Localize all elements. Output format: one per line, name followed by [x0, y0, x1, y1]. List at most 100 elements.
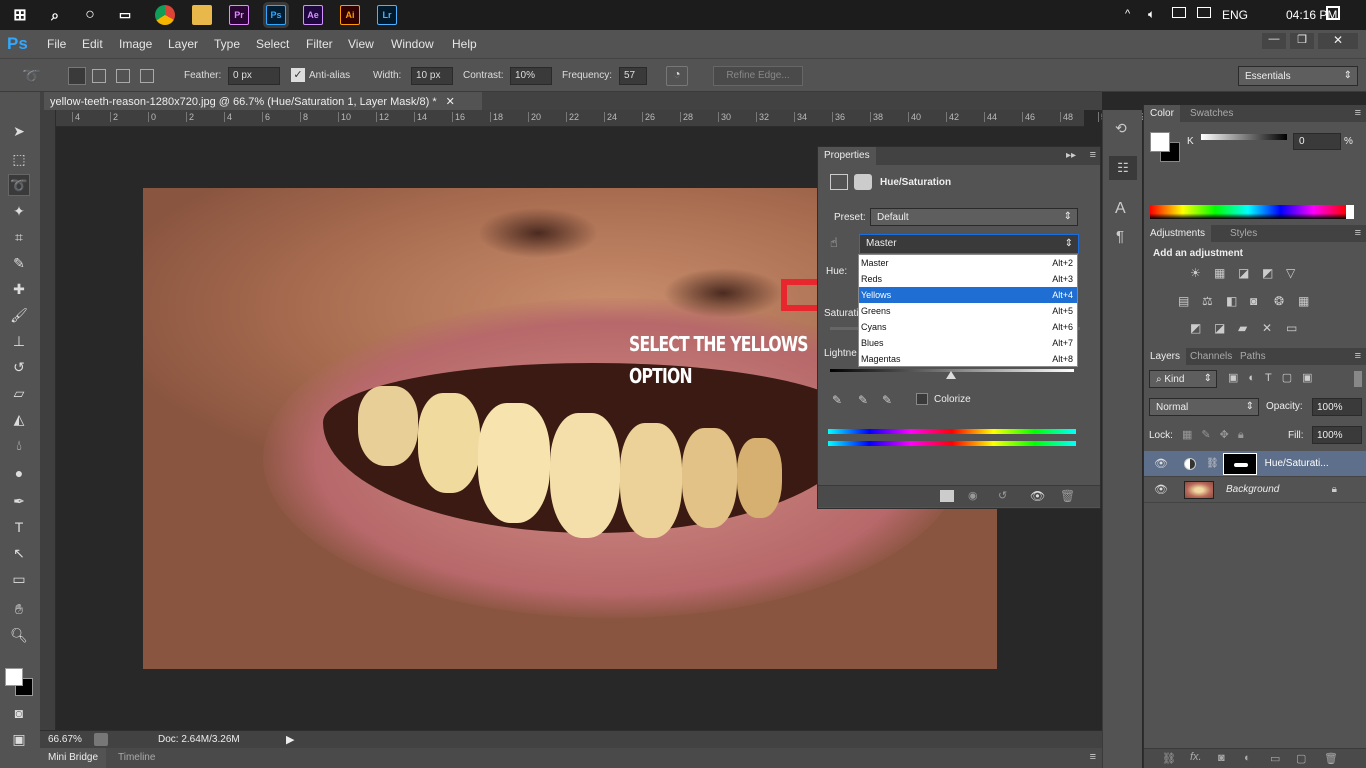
timeline-tab[interactable]: Timeline [112, 748, 161, 768]
posterize-icon[interactable]: ◪ [1214, 321, 1236, 335]
menu-help[interactable]: Help [452, 37, 477, 51]
add-mask-icon[interactable]: ◙ [1218, 752, 1225, 764]
crop-tool-icon[interactable]: ⌗ [8, 226, 30, 248]
character-icon[interactable]: A [1115, 200, 1126, 218]
menu-layer[interactable]: Layer [168, 37, 198, 51]
battery-icon[interactable] [1197, 7, 1211, 18]
file-explorer-icon[interactable] [192, 5, 212, 25]
collapse-icon[interactable]: ▸▸ [1066, 150, 1076, 161]
illustrator-icon[interactable]: Ai [340, 5, 360, 25]
visibility-eye-icon[interactable]: 👁︎ [1154, 457, 1168, 470]
fill-input[interactable]: 100% [1312, 426, 1362, 444]
panel-menu-icon[interactable]: ≡ [1090, 751, 1096, 763]
mini-bridge-tab[interactable]: Mini Bridge [40, 748, 107, 768]
restore-button[interactable]: ❐ [1290, 33, 1314, 49]
curves-icon[interactable]: ◪ [1238, 266, 1260, 280]
refine-edge-button[interactable]: Refine Edge... [713, 66, 803, 86]
menu-file[interactable]: File [47, 37, 66, 51]
quick-mask-icon[interactable]: ◙ [8, 702, 30, 724]
properties-icon[interactable]: ☷ [1109, 156, 1137, 180]
new-selection-icon[interactable] [68, 67, 86, 85]
subtract-selection-icon[interactable] [116, 69, 130, 83]
fx-icon[interactable]: fx. [1190, 751, 1202, 763]
type-tool-icon[interactable]: T [8, 516, 30, 538]
panel-menu-icon[interactable]: ≡ [1090, 149, 1096, 161]
targeted-adjust-hand-icon[interactable]: ☝︎ [830, 235, 838, 251]
marquee-tool-icon[interactable]: ⬚ [8, 148, 30, 170]
layer-row-hue-saturation[interactable]: 👁︎ ⛓︎ Hue/Saturati... [1144, 451, 1366, 477]
adjustments-tab[interactable]: Adjustments [1144, 225, 1212, 242]
move-tool-icon[interactable]: ➤ [8, 120, 30, 142]
history-brush-icon[interactable]: ↺ [8, 356, 30, 378]
lightroom-icon[interactable]: Lr [377, 5, 397, 25]
colorize-checkbox[interactable] [916, 393, 928, 405]
eraser-tool-icon[interactable]: ▱ [8, 382, 30, 404]
opacity-input[interactable]: 100% [1312, 398, 1362, 416]
color-balance-icon[interactable]: ⚖ [1202, 294, 1224, 308]
invert-icon[interactable]: ◩ [1190, 321, 1212, 335]
tray-chevron-icon[interactable]: ^ [1125, 8, 1130, 20]
vibrance-icon[interactable]: ▽ [1286, 266, 1308, 280]
k-slider[interactable] [1201, 134, 1287, 140]
panel-menu-icon[interactable]: ≡ [1355, 350, 1361, 362]
cortana-icon[interactable]: ○ [80, 5, 100, 25]
blend-mode-select[interactable]: Normal ⇕ [1149, 398, 1259, 416]
healing-brush-icon[interactable]: ✚ [8, 278, 30, 300]
panel-menu-icon[interactable]: ≡ [1355, 107, 1361, 119]
paragraph-icon[interactable]: ¶ [1116, 228, 1124, 245]
view-previous-icon[interactable]: ◉ [968, 489, 978, 502]
lock-icons[interactable]: ▦✎✥🔒︎ [1182, 428, 1253, 442]
intersect-selection-icon[interactable] [140, 69, 154, 83]
layer-mask-thumbnail[interactable] [1222, 452, 1257, 475]
lasso-tool-icon[interactable]: ➰ [8, 174, 30, 196]
new-group-icon[interactable]: ▭ [1270, 752, 1280, 765]
paths-tab[interactable]: Paths [1234, 348, 1272, 365]
hand-tool-icon[interactable]: ✋︎ [8, 598, 30, 620]
eyedropper-plus-icon[interactable]: ✎ [858, 393, 868, 407]
zoom-level[interactable]: 66.67% [48, 734, 82, 745]
search-icon[interactable]: ⌕ [45, 5, 65, 25]
color-tab[interactable]: Color [1144, 105, 1180, 122]
zoom-tool-icon[interactable]: 🔍︎ [8, 624, 30, 646]
swatches-tab[interactable]: Swatches [1184, 105, 1239, 122]
menu-view[interactable]: View [348, 37, 374, 51]
menu-type[interactable]: Type [214, 37, 240, 51]
dropdown-item-greens[interactable]: Greens Alt+5 [859, 303, 1077, 319]
layer-filter-select[interactable]: ⌕ Kind ⇕ [1149, 370, 1217, 388]
link-layers-icon[interactable]: ⛓︎ [1162, 752, 1176, 765]
paint-bucket-icon[interactable]: ◭ [8, 408, 30, 430]
close-tab-icon[interactable]: ✕ [446, 96, 455, 108]
filter-toggle[interactable] [1354, 371, 1362, 387]
notifications-icon[interactable] [1326, 6, 1340, 20]
spectrum-white[interactable] [1346, 205, 1354, 219]
magic-wand-icon[interactable]: ✦ [8, 200, 30, 222]
minimize-button[interactable]: — [1262, 33, 1286, 49]
document-tab[interactable]: yellow-teeth-reason-1280x720.jpg @ 66.7%… [44, 92, 482, 110]
selective-color-icon[interactable]: ✕ [1262, 321, 1284, 335]
reset-icon[interactable]: ↺ [998, 489, 1007, 502]
styles-tab[interactable]: Styles [1224, 225, 1263, 242]
channel-mixer-icon[interactable]: ❂ [1274, 294, 1296, 308]
clip-to-layer-icon[interactable] [940, 490, 954, 502]
color-spectrum[interactable] [1150, 205, 1346, 219]
gradient-map-icon[interactable]: ▭ [1286, 321, 1308, 335]
threshold-icon[interactable]: ▰ [1238, 321, 1260, 335]
panel-menu-icon[interactable]: ≡ [1355, 227, 1361, 239]
foreground-swatch[interactable] [1150, 132, 1170, 152]
antialias-checkbox[interactable]: ✓ [291, 68, 305, 82]
channel-select[interactable]: Master ⇕ [859, 234, 1079, 254]
link-icon[interactable]: ⛓︎ [1206, 458, 1219, 469]
frequency-input[interactable]: 57 [619, 67, 647, 85]
dodge-tool-icon[interactable]: ● [8, 462, 30, 484]
network-icon[interactable] [1172, 7, 1186, 18]
lasso-preset-icon[interactable]: ➰ [22, 67, 41, 85]
chrome-icon[interactable] [155, 5, 175, 25]
preset-select[interactable]: Default ⇕ [870, 208, 1078, 226]
status-menu-arrow-icon[interactable]: ▶ [286, 733, 294, 746]
after-effects-icon[interactable]: Ae [303, 5, 323, 25]
eyedropper-minus-icon[interactable]: ✎ [882, 393, 892, 407]
dropdown-item-magentas[interactable]: Magentas Alt+8 [859, 351, 1077, 367]
dropdown-item-cyans[interactable]: Cyans Alt+6 [859, 319, 1077, 335]
status-icon[interactable] [94, 733, 108, 746]
shape-tool-icon[interactable]: ▭ [8, 568, 30, 590]
